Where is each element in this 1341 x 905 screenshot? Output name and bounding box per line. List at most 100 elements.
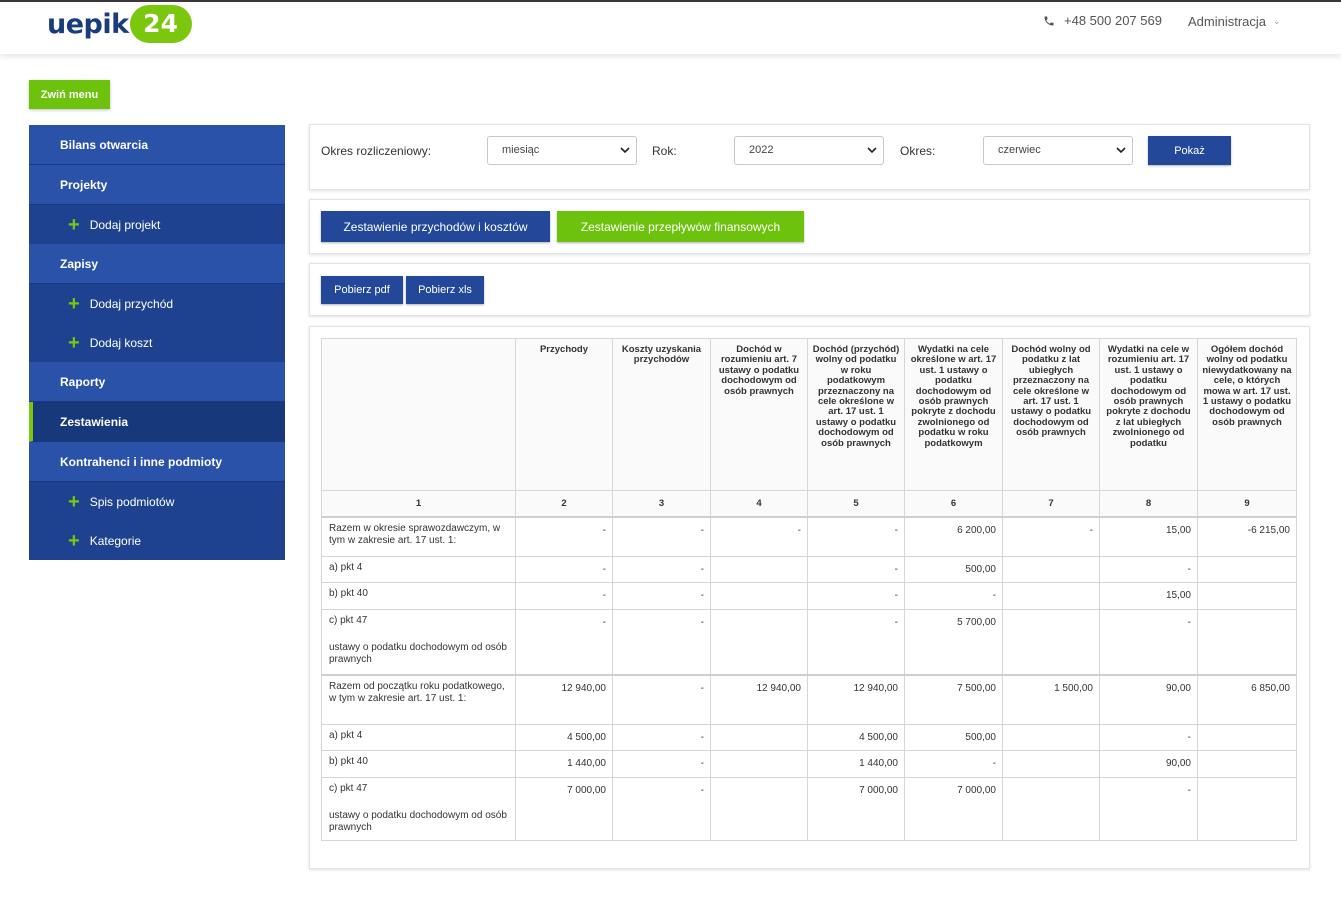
column-number: 6 [904, 490, 1003, 517]
table-row: b) pkt 40 - - - - 15,00 [321, 582, 1297, 610]
table-row: b) pkt 40 1 440,00 - 1 440,00 - 90,00 [321, 750, 1297, 778]
download-xls-button[interactable]: Pobierz xls [406, 276, 484, 304]
table-cell: 4 500,00 [807, 724, 905, 751]
table-cell: 7 000,00 [515, 777, 613, 841]
sidebar-item-add-project[interactable]: + Dodaj projekt [29, 205, 285, 244]
chevron-down-icon: ⌄ [1273, 16, 1281, 26]
table-cell: - [612, 777, 711, 841]
sidebar-item-projects[interactable]: Projekty [29, 165, 285, 205]
show-button[interactable]: Pokaż [1148, 136, 1231, 165]
plus-icon: + [68, 490, 80, 513]
row-label: Razem w okresie sprawozdawczym, w tym w … [321, 515, 516, 557]
column-header: Wydatki na cele określone w art. 17 ust.… [904, 338, 1003, 491]
column-number: 9 [1197, 490, 1297, 517]
tab-cash-flows[interactable]: Zestawienie przepływów finansowych [557, 211, 804, 242]
sidebar-item-statements[interactable]: Zestawienia [29, 402, 285, 442]
admin-menu[interactable]: Administracja ⌄ [1188, 14, 1281, 29]
admin-label: Administracja [1188, 14, 1267, 29]
column-number: 7 [1002, 490, 1100, 517]
table-cell: - [612, 609, 711, 675]
table-cell: 1 440,00 [515, 750, 613, 778]
table-cell: 6 200,00 [904, 515, 1003, 557]
logo[interactable]: uepik 24 [47, 4, 192, 44]
row-label: a) pkt 4 [321, 556, 516, 583]
sidebar-item-records[interactable]: Zapisy [29, 244, 285, 284]
table-cell: 7 000,00 [904, 777, 1003, 841]
phone-contact[interactable]: +48 500 207 569 [1043, 13, 1162, 28]
collapse-menu-button[interactable]: Zwiń menu [29, 80, 110, 109]
row-note: ustawy o podatku dochodowym od osób praw… [329, 641, 507, 666]
table-cell: 12 940,00 [515, 673, 613, 725]
table-cell [1002, 777, 1100, 841]
table-cell [1002, 750, 1100, 778]
table-cell: 5 700,00 [904, 609, 1003, 675]
sidebar-item-add-cost[interactable]: + Dodaj koszt [29, 323, 285, 362]
table-cell [1197, 724, 1297, 751]
table-cell: 6 850,00 [1197, 673, 1297, 725]
period-type-select[interactable]: miesiąc [487, 136, 637, 165]
table-cell [1197, 777, 1297, 841]
sidebar-item-label: Kategorie [89, 533, 142, 548]
table-cell: - [904, 750, 1003, 778]
sidebar-item-label: Raporty [60, 374, 106, 389]
table-cell [710, 777, 808, 841]
sidebar: Bilans otwarcia Projekty + Dodaj projekt … [29, 125, 285, 560]
sidebar-item-label: Dodaj koszt [89, 335, 153, 350]
sidebar-item-label: Dodaj projekt [89, 217, 161, 232]
row-label: c) pkt 47 ustawy o podatku dochodowym od… [321, 777, 516, 841]
table-cell: - [807, 582, 905, 610]
table-cell: - [612, 673, 711, 725]
table-cell: 7 000,00 [807, 777, 905, 841]
table-cell: 15,00 [1099, 582, 1198, 610]
year-select[interactable]: 2022 [734, 136, 884, 165]
column-header [321, 338, 516, 491]
sidebar-item-label: Zapisy [60, 256, 99, 271]
period-select[interactable]: czerwiec [983, 136, 1133, 165]
chevron-down-icon [1116, 137, 1126, 175]
row-label: b) pkt 40 [321, 582, 516, 610]
report-panel: Przychody Koszty uzyskania przychodów Do… [309, 326, 1310, 869]
download-pdf-button[interactable]: Pobierz pdf [321, 276, 403, 304]
table-cell: 4 500,00 [515, 724, 613, 751]
app-header: uepik 24 +48 500 207 569 Administracja ⌄ [0, 2, 1341, 54]
table-cell: - [1099, 556, 1198, 583]
table-cell: 12 940,00 [710, 673, 808, 725]
table-cell: - [515, 556, 613, 583]
sidebar-item-reports[interactable]: Raporty [29, 362, 285, 402]
report-table: Przychody Koszty uzyskania przychodów Do… [321, 338, 1297, 841]
column-number: 3 [612, 490, 711, 517]
row-label: b) pkt 40 [321, 750, 516, 778]
row-label: c) pkt 47 ustawy o podatku dochodowym od… [321, 609, 516, 675]
sidebar-item-categories[interactable]: + Kategorie [29, 521, 285, 560]
sidebar-item-add-income[interactable]: + Dodaj przychód [29, 284, 285, 323]
sidebar-item-label: Projekty [60, 177, 108, 192]
plus-icon: + [68, 529, 80, 552]
table-header-row: Przychody Koszty uzyskania przychodów Do… [321, 338, 1297, 491]
sidebar-item-label: Bilans otwarcia [60, 137, 149, 152]
period-type-label: Okres rozliczeniowy: [321, 144, 432, 158]
column-header: Dochód w rozumieniu art. 7 ustawy o poda… [710, 338, 808, 491]
sidebar-item-opening-balance[interactable]: Bilans otwarcia [29, 125, 285, 165]
table-cell: - [515, 582, 613, 610]
table-cell: - [612, 750, 711, 778]
table-row: c) pkt 47 ustawy o podatku dochodowym od… [321, 777, 1297, 841]
column-number: 4 [710, 490, 808, 517]
sidebar-item-entities-list[interactable]: + Spis podmiotów [29, 482, 285, 521]
column-header: Wydatki na cele w rozumieniu art. 17 ust… [1099, 338, 1198, 491]
column-number: 5 [807, 490, 905, 517]
row-label-text: c) pkt 47 [329, 615, 368, 626]
table-cell [1197, 750, 1297, 778]
table-row: Razem w okresie sprawozdawczym, w tym w … [321, 515, 1297, 557]
table-cell [1002, 609, 1100, 675]
table-cell: 15,00 [1099, 515, 1198, 557]
table-cell [710, 750, 808, 778]
table-cell [1197, 556, 1297, 583]
table-cell: 1 500,00 [1002, 673, 1100, 725]
sidebar-item-contractors[interactable]: Kontrahenci i inne podmioty [29, 442, 285, 482]
table-row: Razem od początku roku podatkowego, w ty… [321, 673, 1297, 725]
tab-income-costs[interactable]: Zestawienie przychodów i kosztów [321, 211, 550, 242]
table-cell: - [612, 724, 711, 751]
table-cell: - [904, 582, 1003, 610]
plus-icon: + [68, 213, 80, 236]
table-cell: - [807, 556, 905, 583]
